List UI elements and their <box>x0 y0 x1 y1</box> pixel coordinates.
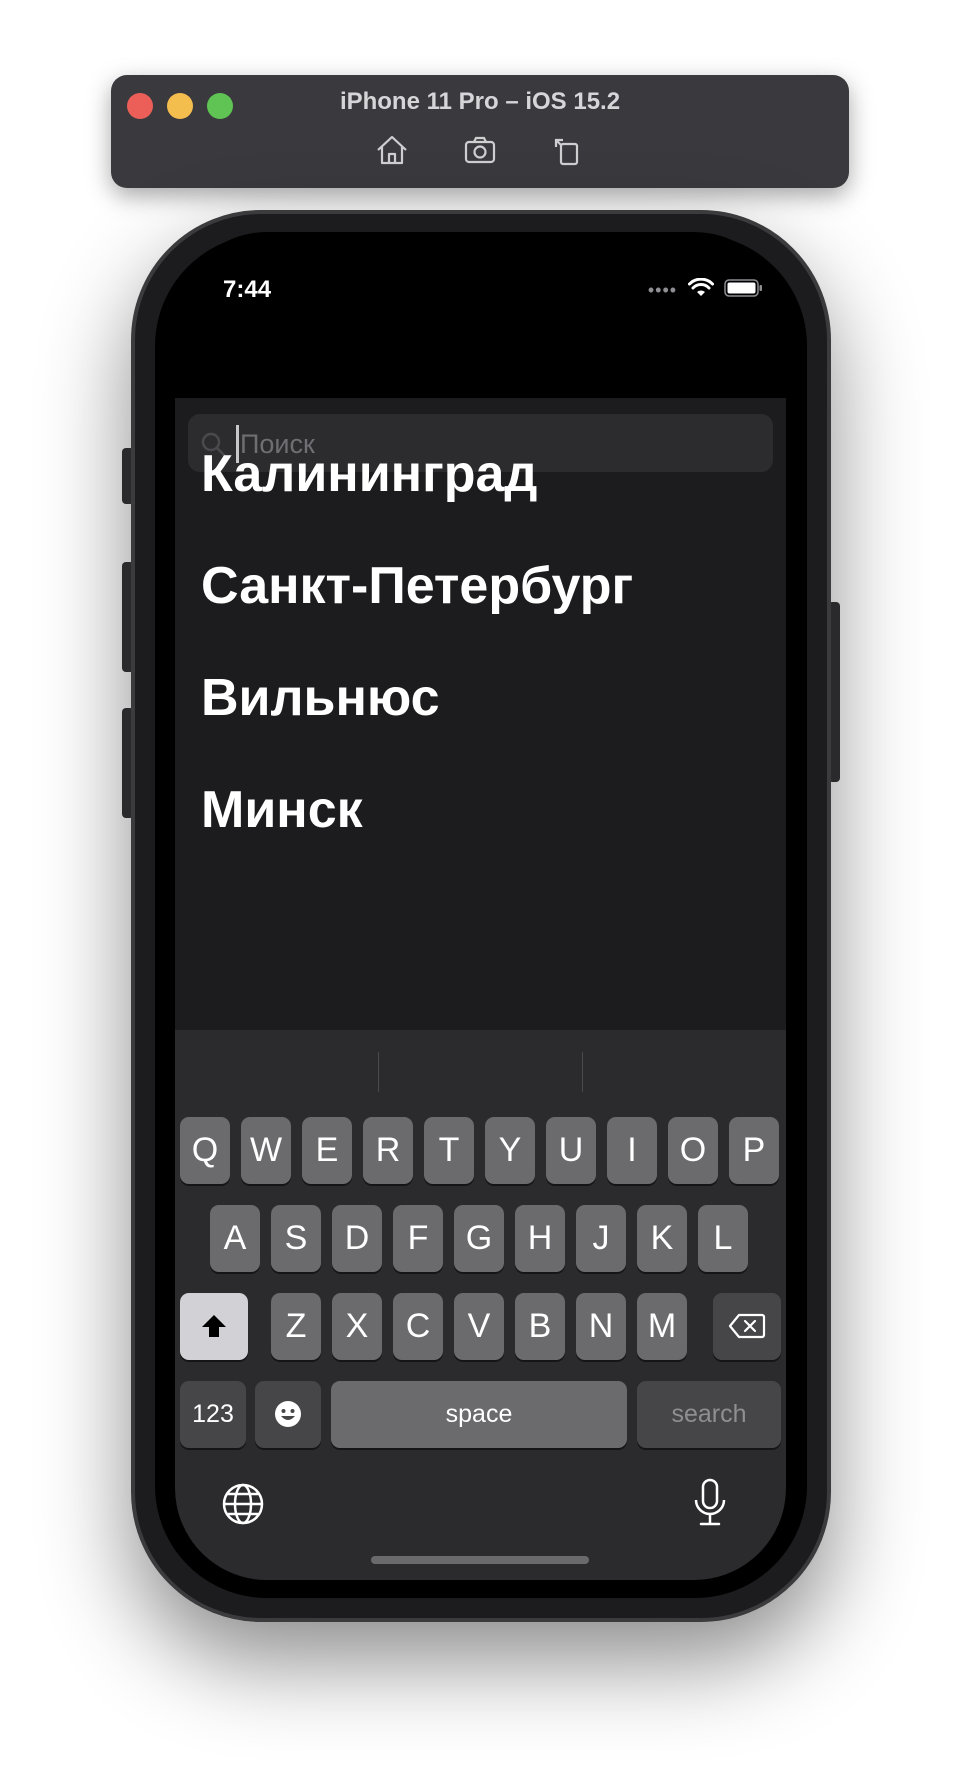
microphone-icon[interactable] <box>693 1478 727 1528</box>
key-h[interactable]: H <box>515 1205 565 1272</box>
battery-icon <box>724 278 764 303</box>
key-l[interactable]: L <box>698 1205 748 1272</box>
key-a[interactable]: A <box>210 1205 260 1272</box>
predictive-bar <box>175 1030 786 1114</box>
key-i[interactable]: I <box>607 1117 657 1184</box>
key-q[interactable]: Q <box>180 1117 230 1184</box>
key-u[interactable]: U <box>546 1117 596 1184</box>
status-time: 7:44 <box>223 276 272 303</box>
delete-key[interactable] <box>713 1293 781 1360</box>
shift-key[interactable] <box>180 1293 248 1360</box>
simulator-toolbar: iPhone 11 Pro – iOS 15.2 <box>111 75 849 188</box>
key-y[interactable]: Y <box>485 1117 535 1184</box>
keyboard: Q W E R T Y U I O P A S D F G H J K L Z … <box>175 1030 786 1580</box>
search-key[interactable]: search <box>637 1381 781 1448</box>
city-item-vilnius[interactable]: Вильнюс <box>201 668 440 728</box>
predictive-separator <box>378 1052 379 1092</box>
delete-icon <box>728 1313 766 1339</box>
key-x[interactable]: X <box>332 1293 382 1360</box>
key-e[interactable]: E <box>302 1117 352 1184</box>
key-j[interactable]: J <box>576 1205 626 1272</box>
city-list-view: Калининград Санкт-Петербург Вильнюс Минс… <box>175 398 786 1030</box>
rotate-icon[interactable] <box>548 133 588 169</box>
key-s[interactable]: S <box>271 1205 321 1272</box>
city-item-minsk[interactable]: Минск <box>201 780 363 840</box>
space-key[interactable]: space <box>331 1381 627 1448</box>
key-k[interactable]: K <box>637 1205 687 1272</box>
key-t[interactable]: T <box>424 1117 474 1184</box>
key-d[interactable]: D <box>332 1205 382 1272</box>
simulator-title: iPhone 11 Pro – iOS 15.2 <box>339 88 621 115</box>
key-m[interactable]: M <box>637 1293 687 1360</box>
key-z[interactable]: Z <box>271 1293 321 1360</box>
key-o[interactable]: O <box>668 1117 718 1184</box>
key-b[interactable]: B <box>515 1293 565 1360</box>
key-c[interactable]: C <box>393 1293 443 1360</box>
globe-icon[interactable] <box>221 1482 265 1526</box>
city-item-kaliningrad[interactable]: Калининград <box>201 444 537 504</box>
key-n[interactable]: N <box>576 1293 626 1360</box>
key-w[interactable]: W <box>241 1117 291 1184</box>
predictive-separator <box>582 1052 583 1092</box>
screenshot-icon[interactable] <box>460 133 500 169</box>
emoji-key[interactable] <box>255 1381 321 1448</box>
home-icon[interactable] <box>372 133 412 169</box>
phone-screen: 7:44 •••• Калининград Санкт-Петербург Ви… <box>175 232 786 1580</box>
key-r[interactable]: R <box>363 1117 413 1184</box>
emoji-icon <box>275 1401 301 1427</box>
city-item-saint-petersburg[interactable]: Санкт-Петербург <box>201 556 633 616</box>
key-f[interactable]: F <box>393 1205 443 1272</box>
signal-dots-icon: •••• <box>647 280 678 300</box>
home-indicator[interactable] <box>371 1556 589 1564</box>
key-g[interactable]: G <box>454 1205 504 1272</box>
key-v[interactable]: V <box>454 1293 504 1360</box>
key-p[interactable]: P <box>729 1117 779 1184</box>
wifi-icon <box>687 277 714 303</box>
status-icons: •••• <box>642 277 764 303</box>
numbers-key[interactable]: 123 <box>180 1381 246 1448</box>
shift-icon <box>202 1315 226 1337</box>
